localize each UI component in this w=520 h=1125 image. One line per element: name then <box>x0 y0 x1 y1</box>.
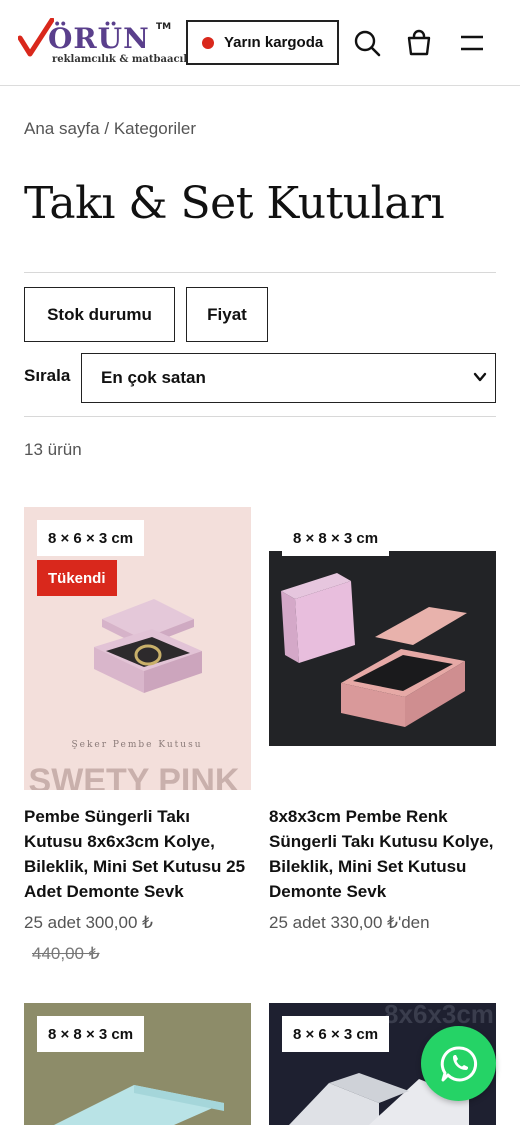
logo-text: ÖRÜN <box>48 22 150 55</box>
bag-icon[interactable] <box>403 26 435 60</box>
size-badge: 8 × 8 × 3 cm <box>37 1016 145 1052</box>
breadcrumb-current[interactable]: Kategoriler <box>114 119 196 138</box>
site-header: ÖRÜN TM reklamcılık & matbaacılık Yarın … <box>0 0 520 86</box>
whatsapp-icon <box>440 1045 477 1081</box>
sort-select[interactable]: En çok satan <box>81 353 496 403</box>
breadcrumb: Ana sayfa / Kategoriler <box>24 119 196 139</box>
menu-icon[interactable] <box>456 26 488 60</box>
size-badge: 8 × 6 × 3 cm <box>37 520 145 556</box>
chevron-down-icon <box>473 372 487 382</box>
product-price: 25 adet 300,00 ₺ <box>24 913 153 932</box>
breadcrumb-home[interactable]: Ana sayfa <box>24 119 100 138</box>
breadcrumb-separator: / <box>104 119 110 138</box>
product-title[interactable]: 8x8x3cm Pembe Renk Süngerli Takı Kutusu … <box>269 804 496 904</box>
store-logo[interactable]: ÖRÜN TM reklamcılık & matbaacılık <box>18 16 198 72</box>
logo-tagline: reklamcılık & matbaacılık <box>52 54 198 65</box>
search-icon[interactable] <box>351 26 383 60</box>
status-dot-icon <box>202 36 214 49</box>
image-headline: SWETY PINK <box>29 762 240 790</box>
divider <box>24 416 496 417</box>
soldout-badge: Tükendi <box>37 560 117 596</box>
image-headline: 8x6x3cm <box>384 1003 494 1029</box>
stock-filter-button[interactable]: Stok durumu <box>24 287 175 342</box>
divider <box>24 272 496 273</box>
product-title[interactable]: Pembe Süngerli Takı Kutusu 8x6x3cm Kolye… <box>24 804 251 904</box>
price-filter-button[interactable]: Fiyat <box>186 287 268 342</box>
page-title: Takı & Set Kutuları <box>24 178 445 229</box>
cargo-label: Yarın kargoda <box>224 34 324 51</box>
sort-value: En çok satan <box>101 368 206 387</box>
product-image[interactable] <box>269 551 496 746</box>
whatsapp-chat-button[interactable] <box>421 1026 496 1101</box>
image-caption: Şeker Pembe Kutusu <box>71 740 202 750</box>
logo-trademark: TM <box>156 22 172 32</box>
sort-label: Sırala <box>24 366 71 385</box>
size-badge: 8 × 6 × 3 cm <box>282 1016 390 1052</box>
size-badge: 8 × 8 × 3 cm <box>282 520 390 556</box>
compare-price: 440,00 ₺ <box>32 944 100 963</box>
next-day-shipping-button[interactable]: Yarın kargoda <box>186 20 339 65</box>
product-count: 13 ürün <box>24 440 82 459</box>
product-price: 25 adet 330,00 ₺'den <box>269 913 430 932</box>
